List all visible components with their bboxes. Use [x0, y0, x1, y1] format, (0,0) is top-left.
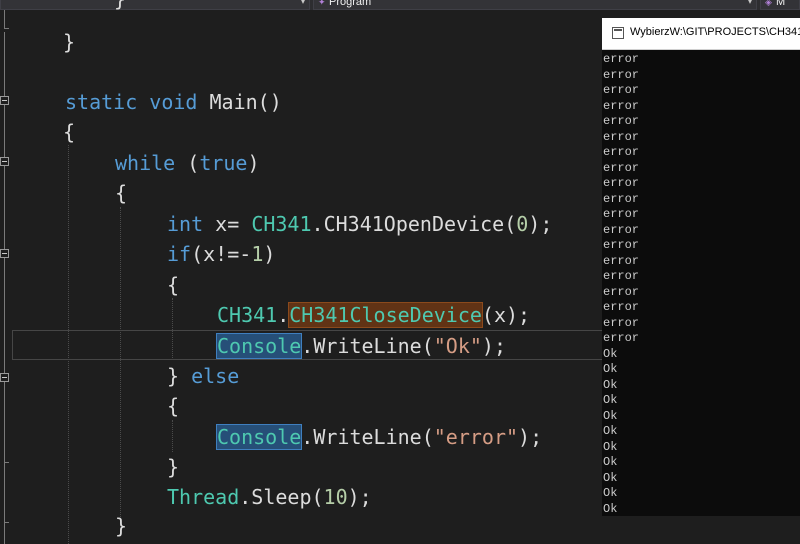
code-line: { [167, 391, 179, 421]
keyword: else [191, 364, 240, 388]
code-token: ) [263, 242, 276, 266]
console-output-line: error [603, 160, 640, 175]
code-line: if(x!=-1) [167, 239, 275, 269]
code-line: } [167, 452, 179, 482]
keyword: while [115, 151, 176, 175]
code-token: .CH341OpenDevice( [311, 212, 517, 236]
console-output-line: Ok [603, 486, 618, 500]
code-line: Console.WriteLine("Ok"); [215, 331, 507, 361]
code-token: ( [187, 151, 200, 175]
code-token: .WriteLine( [301, 425, 434, 449]
code-token: .WriteLine( [301, 334, 434, 358]
method-name: Main() [209, 90, 282, 114]
console-output-line: Ok [603, 362, 618, 376]
console-output-line: error [603, 114, 640, 128]
code-token: ); [347, 485, 372, 509]
console-output-line: Ok [603, 439, 618, 454]
code-line: static void Main() [65, 87, 282, 117]
console-output-line: Ok [603, 377, 618, 392]
string-literal: "error" [433, 425, 519, 449]
keyword: void [149, 90, 198, 114]
code-line: } [115, 511, 127, 541]
code-token: ); [481, 334, 507, 358]
console-output: error error error error error error error error… [603, 52, 800, 516]
code-line: while (true) [115, 148, 260, 178]
code-token: (x!=- [191, 242, 252, 266]
code-line: Thread.Sleep(10); [167, 482, 372, 512]
keyword: int [167, 212, 204, 236]
number-literal: 10 [323, 485, 348, 509]
code-line: } [63, 27, 75, 57]
code-token: } [167, 455, 180, 479]
code-token: . [277, 303, 290, 327]
console-output-line: error [603, 176, 640, 190]
console-output-line: Ok [603, 501, 618, 516]
code-token: ); [528, 212, 553, 236]
console-output-line: error [603, 67, 640, 82]
type-name: Thread [167, 485, 240, 509]
code-line: { [63, 117, 75, 147]
console-output-line: error [603, 145, 640, 159]
console-output-line: error [603, 52, 640, 66]
keyword: static [65, 90, 138, 114]
string-literal: "Ok" [433, 334, 482, 358]
console-output-line: error [603, 315, 640, 330]
console-output-line: error [603, 269, 640, 283]
code-token: } [63, 30, 76, 54]
console-output-line: error [603, 222, 640, 237]
console-output-line: error [603, 300, 640, 314]
code-token: x= [215, 212, 240, 236]
code-token: .Sleep( [239, 485, 324, 509]
highlighted-reference[interactable]: Console [215, 424, 303, 450]
console-output-line: error [603, 83, 640, 97]
console-output-line: Ok [603, 424, 618, 438]
code-token: (x); [481, 303, 531, 327]
console-output-line: error [603, 331, 640, 345]
code-line: { [115, 178, 127, 208]
console-titlebar[interactable]: WybierzW:\GIT\PROJECTS\CH341 [602, 18, 800, 50]
type-name: CH341 [251, 212, 312, 236]
console-output-line: error [603, 207, 640, 221]
keyword: true [199, 151, 248, 175]
console-output-line: Ok [603, 346, 618, 361]
console-output-line: error [603, 98, 640, 113]
console-output-line: error [603, 284, 640, 299]
type-name: CH341 [217, 303, 278, 327]
code-token: } [167, 364, 180, 388]
number-literal: 1 [251, 242, 264, 266]
code-token: { [167, 273, 180, 297]
code-line: { [167, 270, 179, 300]
console-app-icon [612, 27, 624, 39]
code-token: { [63, 120, 76, 144]
console-output-line: error [603, 191, 640, 206]
highlighted-reference[interactable]: Console [215, 333, 303, 359]
console-window[interactable]: WybierzW:\GIT\PROJECTS\CH341 error error e… [602, 18, 800, 516]
keyword: if [167, 242, 192, 266]
code-token: } [114, 0, 126, 11]
console-output-line: error [603, 253, 640, 268]
code-token: ); [518, 425, 543, 449]
number-literal: 0 [516, 212, 529, 236]
code-token: } [115, 514, 128, 538]
code-line: int x= CH341.CH341OpenDevice(0); [167, 209, 552, 239]
code-token: { [167, 394, 180, 418]
code-line: CH341.CH341CloseDevice(x); [217, 300, 530, 330]
console-output-line: Ok [603, 470, 618, 485]
code-line: } [114, 0, 126, 14]
code-line: Console.WriteLine("error"); [215, 422, 543, 452]
code-token: { [115, 181, 128, 205]
code-line: } else [167, 361, 239, 391]
console-output-line: Ok [603, 455, 618, 469]
console-title: WybierzW:\GIT\PROJECTS\CH341 [630, 26, 800, 38]
selected-method[interactable]: CH341CloseDevice [288, 302, 483, 328]
console-output-line: error [603, 129, 640, 144]
code-token: ) [247, 151, 260, 175]
console-output-line: Ok [603, 408, 618, 423]
console-output-line: Ok [603, 393, 618, 407]
console-output-line: error [603, 238, 640, 252]
